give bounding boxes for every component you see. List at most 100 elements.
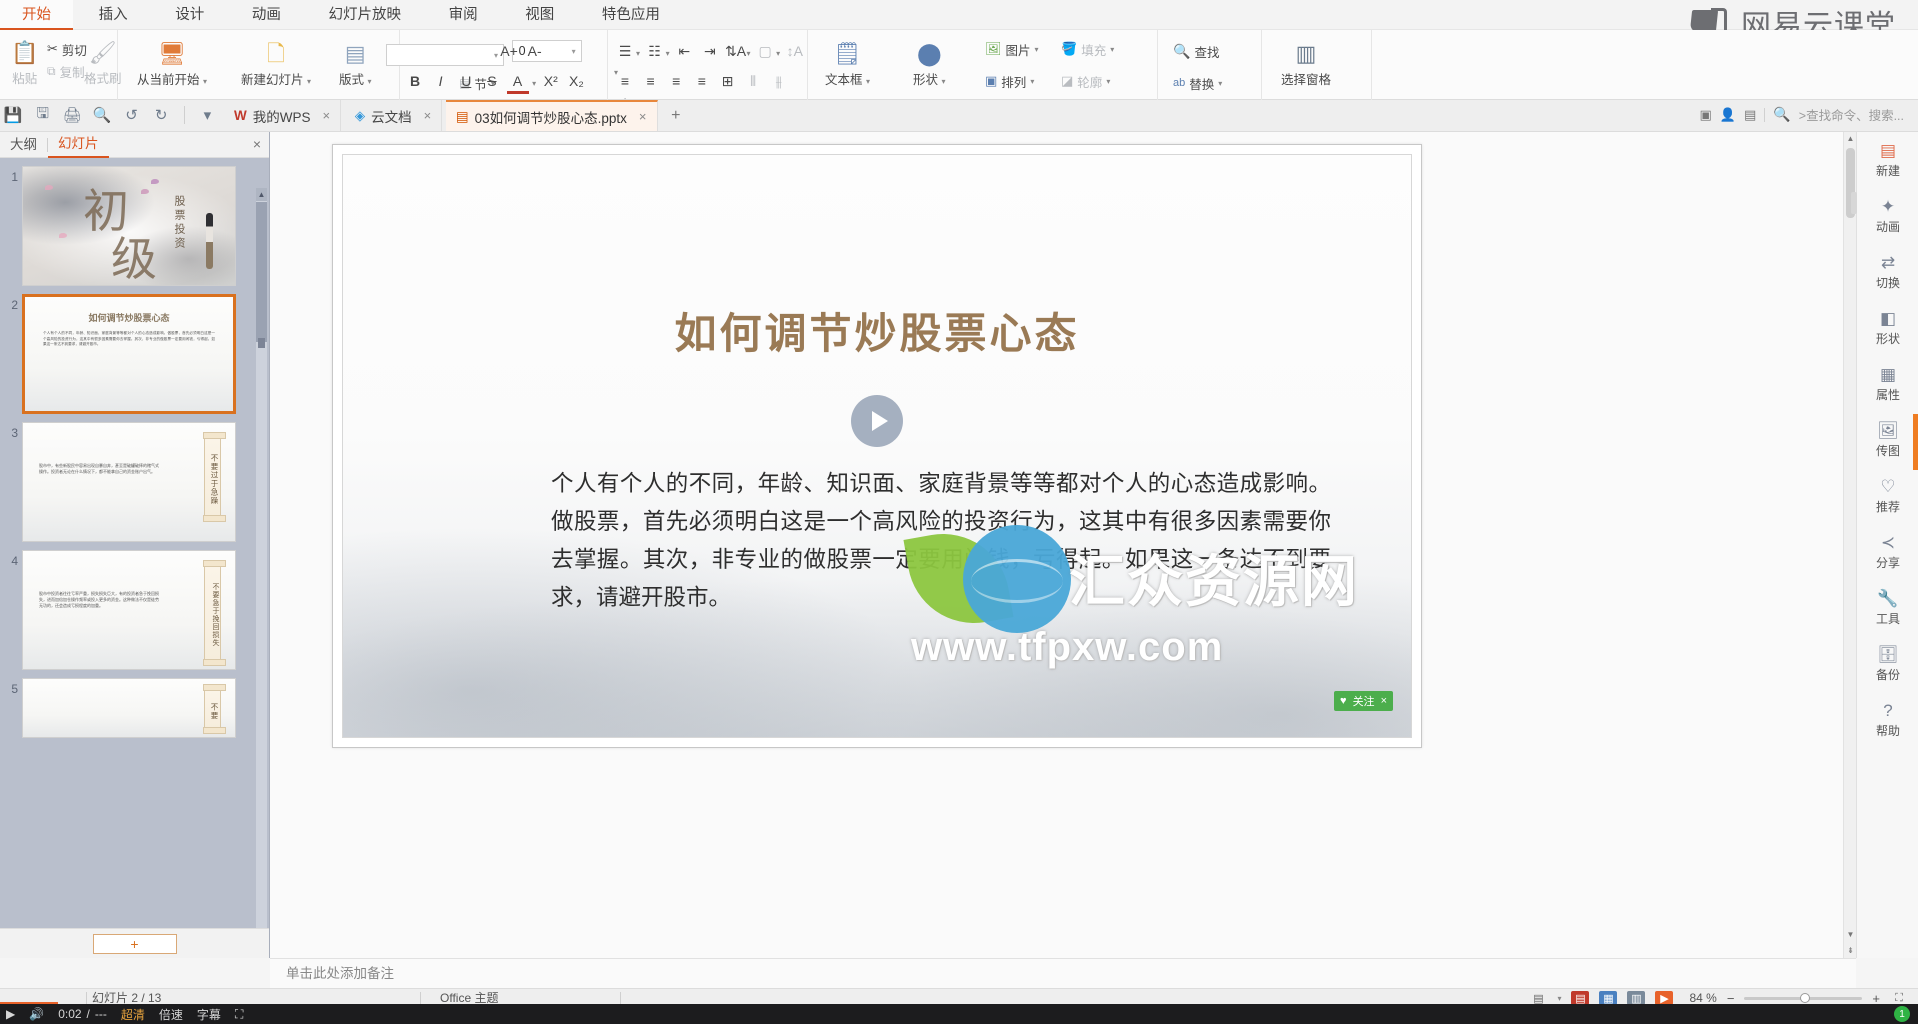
ribbon-tab-review[interactable]: 审阅 bbox=[427, 0, 500, 30]
more-commands-icon[interactable]: ▾ bbox=[194, 100, 220, 130]
strikethrough-button[interactable]: S bbox=[481, 70, 503, 92]
redo-icon[interactable]: ↻ bbox=[148, 100, 174, 130]
columns-button[interactable]: ⫴ bbox=[742, 71, 764, 93]
ribbon-tab-start[interactable]: 开始 bbox=[0, 0, 73, 30]
dock-item-transition[interactable]: ⇄ 切换 bbox=[1857, 244, 1918, 300]
ribbon-tab-view[interactable]: 视图 bbox=[503, 0, 576, 30]
bullets-button[interactable]: ☰ bbox=[614, 41, 636, 63]
indent-more-button[interactable]: ⫵ bbox=[768, 71, 790, 93]
close-icon[interactable]: × bbox=[639, 109, 647, 124]
export-icon[interactable]: ▤ bbox=[1744, 107, 1756, 123]
font-color-button[interactable]: A bbox=[507, 72, 529, 94]
shrink-font-button[interactable]: A- bbox=[524, 40, 546, 62]
video-volume-button[interactable]: 🔊 bbox=[29, 1007, 44, 1021]
document-tab-pptx[interactable]: ▤ 03如何调节炒股心态.pptx × bbox=[446, 100, 658, 131]
line-spacing-button[interactable]: ↕A bbox=[784, 40, 806, 62]
dock-item-properties[interactable]: ▦ 属性 bbox=[1857, 356, 1918, 412]
ribbon-tab-featured-apps[interactable]: 特色应用 bbox=[580, 0, 682, 30]
paste-button[interactable]: 📋 粘贴 bbox=[4, 36, 45, 92]
slide-title[interactable]: 如何调节炒股票心态 bbox=[343, 300, 1411, 361]
increase-indent-button[interactable]: ⇥ bbox=[699, 41, 721, 63]
thumbnail-item-2[interactable]: 2 如何调节炒股票心态 个人有个人的不同，年龄、知识面、家庭背景等等都对个人的心… bbox=[0, 286, 269, 414]
dock-item-recommend[interactable]: ♡ 推荐 bbox=[1857, 468, 1918, 524]
slide-thumbnail-selected[interactable]: 如何调节炒股票心态 个人有个人的不同，年龄、知识面、家庭背景等等都对个人的心态造… bbox=[22, 294, 236, 414]
thumbnail-scrollbar[interactable]: ▲ ▼ bbox=[256, 188, 267, 954]
dock-item-tools[interactable]: 🔧 工具 bbox=[1857, 580, 1918, 636]
scrollbar-grip[interactable] bbox=[258, 338, 265, 348]
find-button[interactable]: 🔍 查找 bbox=[1168, 40, 1224, 62]
close-icon[interactable]: × bbox=[1381, 695, 1387, 707]
picture-button[interactable]: 🖼 图片▾ bbox=[980, 38, 1044, 60]
print-icon[interactable]: 🖨 bbox=[59, 100, 85, 130]
slide-thumbnail[interactable]: 不要 bbox=[22, 678, 236, 738]
dock-grab-handle[interactable] bbox=[1851, 192, 1857, 214]
slide-thumbnail[interactable]: 初 级 股票投资 bbox=[22, 166, 236, 286]
panel-tab-slides[interactable]: 幻灯片 bbox=[48, 132, 109, 158]
dock-item-shape[interactable]: ◧ 形状 bbox=[1857, 300, 1918, 356]
font-name-select[interactable]: ▾ bbox=[386, 44, 504, 66]
reading-view-icon[interactable]: ▥ bbox=[1627, 991, 1645, 1005]
text-direction-button[interactable]: ⇅A bbox=[725, 41, 747, 63]
italic-button[interactable]: I bbox=[430, 70, 452, 92]
superscript-button[interactable]: X² bbox=[540, 70, 562, 92]
grow-font-button[interactable]: A+ bbox=[498, 40, 520, 62]
video-subtitle-button[interactable]: 字幕 bbox=[197, 1006, 221, 1023]
thumbnail-item-3[interactable]: 3 不要过于急躁 股市中，有些新股民中容易出现自暴自弃，甚至是破罐破摔的赌气式操… bbox=[0, 414, 269, 542]
align-right-button[interactable]: ≡ bbox=[665, 70, 687, 92]
layout-button[interactable]: ▤ 版式 ▾ bbox=[332, 34, 379, 96]
slide-thumbnail[interactable]: 不要过于急躁 股市中，有些新股民中容易出现自暴自弃，甚至是破罐破摔的赌气式操作。… bbox=[22, 422, 236, 542]
view-options-icon[interactable]: ▤ bbox=[1529, 991, 1547, 1005]
outline-button[interactable]: ◪ 轮廓▾ bbox=[1056, 70, 1115, 92]
close-icon[interactable]: × bbox=[424, 108, 432, 123]
notes-pane[interactable]: 单击此处添加备注 bbox=[270, 958, 1856, 988]
zoom-slider[interactable] bbox=[1744, 997, 1862, 1000]
sorter-view-icon[interactable]: ▦ bbox=[1599, 991, 1617, 1005]
decrease-indent-button[interactable]: ⇤ bbox=[673, 41, 695, 63]
dock-item-animation[interactable]: ✦ 动画 bbox=[1857, 188, 1918, 244]
video-fullscreen-button[interactable]: ⛶ bbox=[235, 1007, 243, 1022]
video-speed-button[interactable]: 倍速 bbox=[159, 1006, 183, 1023]
print-preview-icon[interactable]: 🔍 bbox=[89, 100, 115, 130]
align-center-button[interactable]: ≡ bbox=[640, 70, 662, 92]
normal-view-icon[interactable]: ▤ bbox=[1571, 991, 1589, 1005]
justify-button[interactable]: ≡ bbox=[691, 70, 713, 92]
numbering-button[interactable]: ☷ bbox=[644, 41, 666, 63]
scroll-up-icon[interactable]: ▲ bbox=[256, 188, 267, 201]
underline-button[interactable]: U bbox=[455, 70, 477, 92]
video-play-pause-button[interactable]: ▶ bbox=[6, 1007, 15, 1021]
zoom-slider-knob[interactable] bbox=[1800, 993, 1810, 1003]
panel-tab-outline[interactable]: 大纲 bbox=[0, 133, 47, 157]
ribbon-tab-animation[interactable]: 动画 bbox=[230, 0, 303, 30]
from-current-slide-button[interactable]: 🖥 从当前开始 ▾ bbox=[130, 34, 214, 96]
dock-item-new[interactable]: ▤ 新建 bbox=[1857, 132, 1918, 188]
save-icon[interactable]: 💾 bbox=[0, 100, 26, 130]
command-search-bar[interactable]: ▣ 👤 ▤ 🔍 >查找命令、搜索... bbox=[1700, 105, 1904, 124]
thumbnail-item-1[interactable]: 1 初 级 股票投资 bbox=[0, 158, 269, 286]
text-box-button[interactable]: 🗒 文本框 ▾ bbox=[818, 34, 877, 96]
dock-item-help[interactable]: ? 帮助 bbox=[1857, 692, 1918, 748]
thumbnail-item-5[interactable]: 5 不要 bbox=[0, 670, 269, 738]
dock-item-backup[interactable]: 🗄 备份 bbox=[1857, 636, 1918, 692]
slide-body-text[interactable]: 个人有个人的不同，年龄、知识面、家庭背景等等都对个人的心态造成影响。做股票，首先… bbox=[551, 465, 1331, 617]
ribbon-tab-design[interactable]: 设计 bbox=[153, 0, 226, 30]
slideshow-icon[interactable]: ▶ bbox=[1655, 991, 1673, 1005]
arrange-button[interactable]: ▣ 排列▾ bbox=[980, 70, 1039, 92]
document-tab-cloud-doc[interactable]: ◈ 云文档 × bbox=[345, 100, 442, 131]
slide-canvas-frame[interactable]: 如何调节炒股票心态 个人有个人的不同，年龄、知识面、家庭背景等等都对个人的心态造… bbox=[332, 144, 1422, 748]
collaborate-icon[interactable]: 👤 bbox=[1720, 107, 1736, 123]
add-slide-button[interactable]: + bbox=[93, 934, 177, 954]
slide-canvas[interactable]: 如何调节炒股票心态 个人有个人的不同，年龄、知识面、家庭背景等等都对个人的心态造… bbox=[342, 154, 1412, 738]
slide-thumbnail[interactable]: 不要急于挽回损失 股市中投资者往往亏率严重，损失损失巨大，有的投资者急于挽回损失… bbox=[22, 550, 236, 670]
dock-item-upload-image[interactable]: 🖼 传图 bbox=[1857, 412, 1918, 468]
document-tab-my-wps[interactable]: W 我的WPS × bbox=[224, 100, 341, 131]
scrollbar-thumb[interactable] bbox=[256, 202, 267, 342]
stage-scrollbar[interactable]: ▲ ▼ ⇟ bbox=[1843, 132, 1856, 958]
close-icon[interactable]: × bbox=[253, 136, 261, 152]
distribute-button[interactable]: ⊞ bbox=[717, 71, 739, 93]
replace-button[interactable]: ab 替换▾ bbox=[1168, 72, 1227, 94]
follow-toast[interactable]: ♥ 关注 × bbox=[1334, 691, 1393, 711]
close-icon[interactable]: × bbox=[323, 108, 331, 123]
select-pane-button[interactable]: ▥ 选择窗格 bbox=[1274, 34, 1338, 96]
video-quality-button[interactable]: 超清 bbox=[121, 1006, 145, 1023]
align-text-button[interactable]: ▢ bbox=[754, 41, 776, 63]
